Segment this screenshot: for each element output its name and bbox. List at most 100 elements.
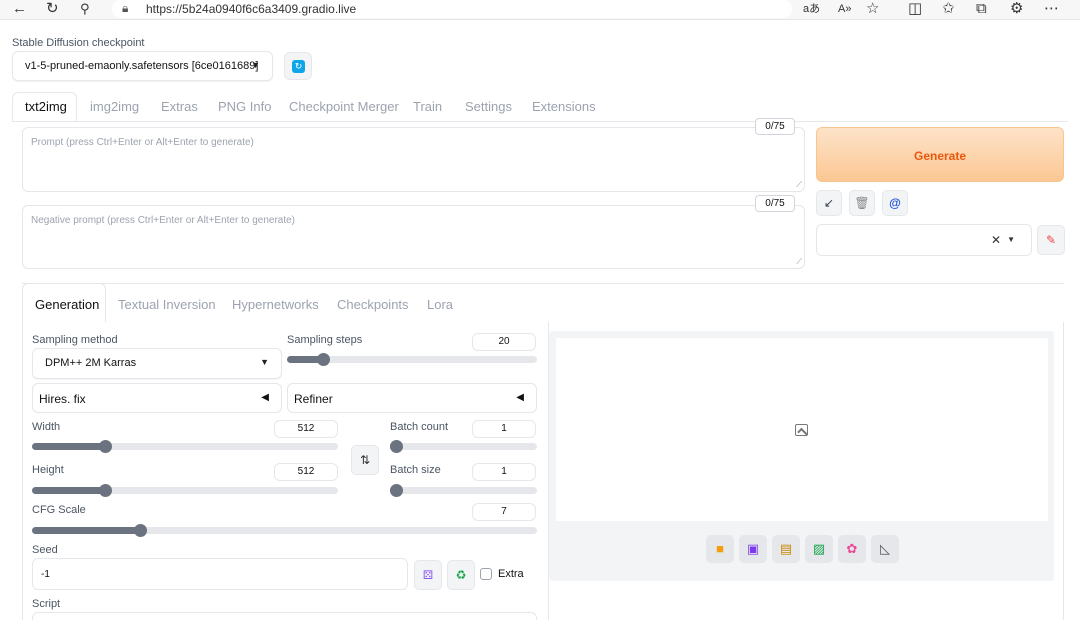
edit-styles-button[interactable]: ✎ bbox=[1037, 225, 1065, 255]
hires-fix-label: Hires. fix bbox=[39, 392, 86, 406]
slider-thumb[interactable] bbox=[99, 440, 112, 453]
hires-fix-accordion[interactable]: Hires. fix ◀ bbox=[32, 383, 282, 413]
sampling-method-label: Sampling method bbox=[32, 334, 118, 346]
checkpoint-label: Stable Diffusion checkpoint bbox=[12, 37, 145, 49]
slider-thumb[interactable] bbox=[134, 524, 147, 537]
cfg-scale-label: CFG Scale bbox=[32, 504, 86, 516]
random-seed-button[interactable]: ⚄ bbox=[414, 560, 442, 590]
tab-png-info[interactable]: PNG Info bbox=[218, 99, 271, 114]
slider-fill bbox=[32, 527, 140, 534]
tab-img2img[interactable]: img2img bbox=[90, 99, 139, 114]
width-slider[interactable] bbox=[32, 440, 338, 453]
tab-lora[interactable]: Lora bbox=[427, 297, 453, 312]
search-icon[interactable]: ⚲ bbox=[80, 1, 90, 17]
negative-prompt-textarea[interactable]: Negative prompt (press Ctrl+Enter or Alt… bbox=[22, 205, 805, 269]
resize-handle-icon[interactable]: ⟋ bbox=[796, 180, 802, 190]
send-to-img2img-button[interactable]: ▨ bbox=[805, 535, 833, 563]
send-to-extras-button[interactable]: ◺ bbox=[871, 535, 899, 563]
tab-hypernetworks[interactable]: Hypernetworks bbox=[232, 297, 319, 312]
tab-train[interactable]: Train bbox=[413, 99, 442, 114]
favorites-icon[interactable]: ✩ bbox=[942, 1, 955, 17]
seed-label: Seed bbox=[32, 544, 58, 556]
extra-networks-button[interactable]: @ bbox=[882, 190, 908, 216]
clear-prompt-button[interactable]: 🗑︎ bbox=[849, 190, 875, 216]
picture-icon: ▨ bbox=[812, 541, 826, 556]
styles-dropdown[interactable]: ✕ ▼ bbox=[816, 224, 1032, 256]
favorite-icon[interactable]: ☆ bbox=[866, 1, 879, 17]
open-folder-button[interactable]: ■ bbox=[706, 535, 734, 563]
extra-seed-checkbox[interactable] bbox=[480, 568, 492, 580]
batch-count-input[interactable]: 1 bbox=[472, 420, 536, 438]
read-aloud-icon[interactable]: aあ bbox=[803, 1, 820, 17]
refresh-checkpoint-button[interactable]: ↻ bbox=[284, 52, 312, 80]
script-dropdown[interactable] bbox=[32, 612, 537, 620]
clear-icon[interactable]: ✕ bbox=[991, 233, 1001, 247]
send-to-inpaint-button[interactable]: ✿ bbox=[838, 535, 866, 563]
negative-prompt-token-counter: 0/75 bbox=[755, 195, 795, 212]
browser-toolbar: ← ↻ ⚲ 🔒︎ https://5b24a0940f6c6a3409.grad… bbox=[0, 0, 1080, 20]
slider-thumb[interactable] bbox=[390, 484, 403, 497]
tab-extras[interactable]: Extras bbox=[161, 99, 198, 114]
sampling-steps-slider[interactable] bbox=[287, 353, 537, 366]
sampling-method-dropdown[interactable]: DPM++ 2M Karras ▼ bbox=[32, 348, 282, 379]
prompt-placeholder: Prompt (press Ctrl+Enter or Alt+Enter to… bbox=[31, 137, 254, 148]
swap-dimensions-button[interactable]: ⇅ bbox=[351, 445, 379, 475]
tab-checkpoint-merger[interactable]: Checkpoint Merger bbox=[289, 99, 399, 114]
sampling-method-value: DPM++ 2M Karras bbox=[45, 357, 137, 369]
tab-extensions[interactable]: Extensions bbox=[532, 99, 596, 114]
resize-handle-icon[interactable]: ⟋ bbox=[796, 257, 802, 267]
text-size-icon[interactable]: A» bbox=[838, 1, 851, 17]
zip-button[interactable]: ▤ bbox=[772, 535, 800, 563]
negative-prompt-placeholder: Negative prompt (press Ctrl+Enter or Alt… bbox=[31, 215, 296, 226]
chevron-down-icon: ▼ bbox=[260, 357, 269, 367]
address-bar[interactable]: 🔒︎ https://5b24a0940f6c6a3409.gradio.liv… bbox=[112, 0, 792, 18]
arrow-down-left-icon: ↙ bbox=[823, 196, 835, 210]
height-slider[interactable] bbox=[32, 484, 338, 497]
palette-icon: ✿ bbox=[846, 541, 858, 556]
cfg-scale-slider[interactable] bbox=[32, 524, 537, 537]
collections-icon[interactable]: ⧉ bbox=[976, 1, 987, 17]
spiral-icon: @ bbox=[889, 196, 901, 210]
reuse-seed-button[interactable]: ♻ bbox=[447, 560, 475, 590]
chevron-down-icon: ▼ bbox=[1007, 235, 1015, 244]
refresh-icon: ↻ bbox=[292, 60, 305, 73]
back-icon[interactable]: ← bbox=[12, 1, 27, 17]
slider-thumb[interactable] bbox=[99, 484, 112, 497]
reload-icon[interactable]: ↻ bbox=[46, 1, 59, 17]
batch-size-slider[interactable] bbox=[390, 484, 537, 497]
save-button[interactable]: ▣ bbox=[739, 535, 767, 563]
batch-size-input[interactable]: 1 bbox=[472, 463, 536, 481]
width-input[interactable]: 512 bbox=[274, 420, 338, 438]
more-icon[interactable]: ⋯ bbox=[1044, 1, 1059, 17]
tab-checkpoints[interactable]: Checkpoints bbox=[337, 297, 409, 312]
collapse-arrow-icon: ◀ bbox=[261, 392, 269, 403]
site-info-icon[interactable]: 🔒︎ bbox=[122, 1, 128, 16]
url-text: https://5b24a0940f6c6a3409.gradio.live bbox=[146, 2, 357, 16]
tab-txt2img[interactable]: txt2img bbox=[25, 99, 67, 114]
tab-settings[interactable]: Settings bbox=[465, 99, 512, 114]
refiner-accordion[interactable]: Refiner ◀ bbox=[287, 383, 537, 413]
script-label: Script bbox=[32, 598, 61, 610]
prompt-textarea[interactable]: Prompt (press Ctrl+Enter or Alt+Enter to… bbox=[22, 127, 805, 192]
height-input[interactable]: 512 bbox=[274, 463, 338, 481]
batch-count-slider[interactable] bbox=[390, 440, 537, 453]
folder-icon: ■ bbox=[716, 541, 724, 556]
image-placeholder-icon bbox=[795, 424, 808, 436]
tab-textual-inversion[interactable]: Textual Inversion bbox=[118, 297, 216, 312]
slider-thumb[interactable] bbox=[390, 440, 403, 453]
extensions-icon[interactable]: ⚙ bbox=[1010, 1, 1023, 17]
trash-icon: 🗑︎ bbox=[854, 196, 870, 210]
split-screen-icon[interactable]: ◫ bbox=[908, 1, 922, 17]
seed-input[interactable]: -1 bbox=[32, 558, 408, 590]
swap-arrows-icon: ⇅ bbox=[359, 453, 371, 467]
slider-thumb[interactable] bbox=[317, 353, 330, 366]
width-label: Width bbox=[32, 421, 61, 433]
save-icon: ▣ bbox=[746, 541, 760, 556]
tab-generation[interactable]: Generation bbox=[35, 297, 99, 312]
chevron-down-icon: ▼ bbox=[251, 60, 260, 70]
checkpoint-dropdown[interactable]: v1-5-pruned-emaonly.safetensors [6ce0161… bbox=[12, 51, 273, 81]
read-params-button[interactable]: ↙ bbox=[816, 190, 842, 216]
sampling-steps-input[interactable]: 20 bbox=[472, 333, 536, 351]
cfg-scale-input[interactable]: 7 bbox=[472, 503, 536, 521]
generate-button[interactable]: Generate bbox=[816, 127, 1064, 182]
